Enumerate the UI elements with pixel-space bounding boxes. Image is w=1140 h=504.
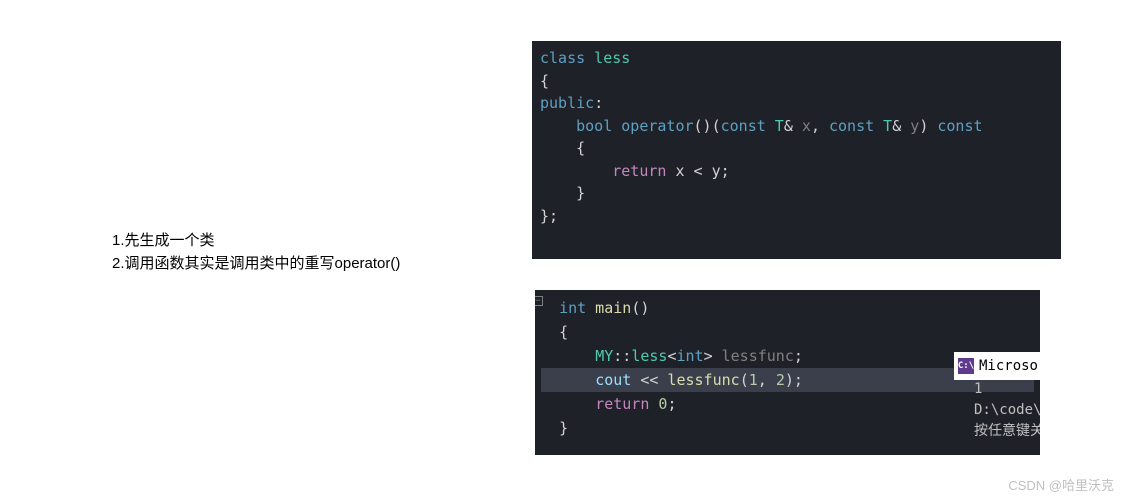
code-line: return 0;: [541, 392, 1034, 416]
code-line: class less: [540, 47, 1053, 70]
code-snippet-2: − int main() { MY::less<int> lessfunc; c…: [535, 290, 1040, 455]
instruction-line-2: 2.调用函数其实是调用类中的重写operator(): [112, 253, 400, 276]
fold-minus-icon[interactable]: −: [535, 296, 543, 306]
code-line: {: [540, 137, 1053, 160]
code-line: }: [541, 416, 1034, 440]
microsoft-badge: C:\ Microso: [954, 352, 1040, 380]
vs-icon: C:\: [958, 358, 974, 374]
code-line: public:: [540, 92, 1053, 115]
code-line: };: [540, 205, 1053, 228]
code-line: bool operator()(const T& x, const T& y) …: [540, 115, 1053, 138]
csdn-watermark: CSDN @哈里沃克: [1008, 475, 1114, 494]
code-line: {: [541, 320, 1034, 344]
microsoft-label: Microso: [979, 355, 1038, 377]
console-output: 1 D:\code\t 按任意键关: [974, 379, 1040, 442]
code-snippet-1: class less { public: bool operator()(con…: [532, 41, 1061, 259]
code-line: int main(): [541, 296, 1034, 320]
code-line: return x < y;: [540, 160, 1053, 183]
instruction-text: 1.先生成一个类 2.调用函数其实是调用类中的重写operator(): [112, 230, 400, 275]
code-line: {: [540, 70, 1053, 93]
instruction-line-1: 1.先生成一个类: [112, 230, 400, 253]
code-line: }: [540, 182, 1053, 205]
